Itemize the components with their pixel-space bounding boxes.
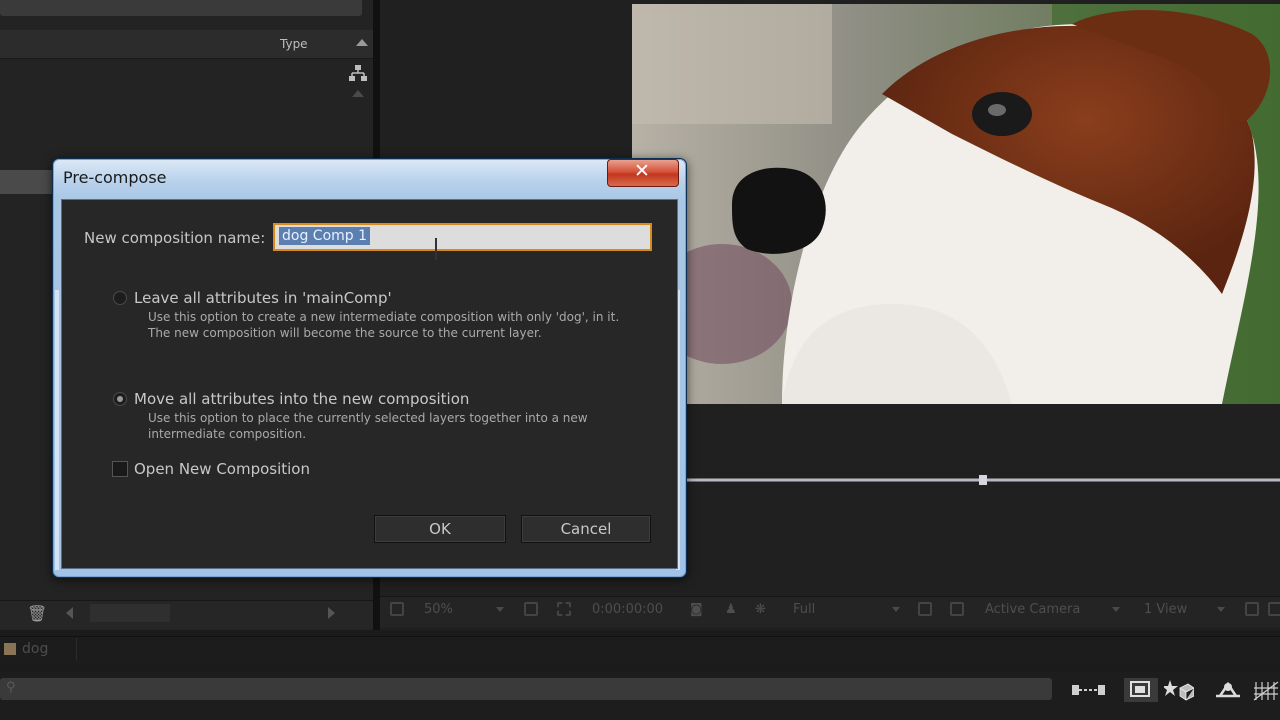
trash-icon[interactable]: 🗑 [27, 604, 47, 623]
project-column-header: Type [0, 30, 373, 59]
scroll-up-arrow-icon[interactable] [352, 90, 364, 97]
composition-name-label: New composition name: [84, 229, 266, 247]
resolution-dropdown[interactable]: Full [793, 602, 815, 617]
channel-icon[interactable]: ❋ [755, 602, 766, 617]
leave-attributes-radio[interactable] [113, 291, 127, 305]
dialog-frame-edge [55, 290, 59, 570]
time-navigator-bar[interactable] [686, 470, 1280, 490]
toggle-pixel-aspect-icon[interactable] [1245, 602, 1259, 616]
project-search-field[interactable] [0, 0, 362, 16]
region-icon[interactable] [390, 602, 404, 616]
horizontal-scrollbar-thumb[interactable] [90, 604, 170, 622]
fit-icon[interactable] [524, 602, 538, 616]
move-attributes-description: Use this option to place the currently s… [148, 410, 628, 442]
scroll-left-arrow-icon[interactable] [66, 607, 73, 619]
description-line: Use this option to create a new intermed… [148, 310, 620, 324]
flowchart-icon[interactable] [348, 64, 368, 82]
composition-flowchart-icon[interactable] [1070, 678, 1108, 702]
cancel-button[interactable]: Cancel [521, 515, 651, 543]
text-cursor-icon [435, 238, 437, 260]
search-icon[interactable]: ⚲ [6, 680, 16, 695]
project-footer [0, 600, 373, 629]
close-icon[interactable]: ✕ [634, 160, 650, 182]
safe-margins-icon[interactable] [557, 602, 571, 616]
open-new-composition-label[interactable]: Open New Composition [134, 460, 310, 478]
chevron-down-icon[interactable] [496, 607, 504, 612]
dog-footage-image [632, 4, 1280, 404]
timeline-tab-dog[interactable]: dog [22, 641, 48, 657]
camera-snapshot-icon[interactable]: ◙ [690, 602, 703, 617]
chevron-down-icon[interactable] [892, 607, 900, 612]
region-of-interest-icon[interactable] [918, 602, 932, 616]
chevron-down-icon[interactable] [1217, 607, 1225, 612]
timeline-tab-row [0, 636, 1280, 665]
transparency-grid-icon[interactable] [950, 602, 964, 616]
open-new-composition-checkbox[interactable] [112, 461, 128, 477]
zoom-dropdown[interactable]: 50% [424, 602, 453, 617]
description-line: The new composition will become the sour… [148, 326, 542, 340]
tab-divider [76, 638, 77, 660]
3d-lights-icon[interactable] [1164, 678, 1194, 702]
dialog-content [61, 199, 678, 569]
description-line: Use this option to place the currently s… [148, 411, 588, 425]
timeline-search-field[interactable] [0, 678, 1052, 700]
selected-project-row[interactable] [0, 170, 60, 194]
type-column-label[interactable]: Type [280, 37, 308, 51]
composition-name-value[interactable]: dog Comp 1 [279, 227, 371, 245]
fast-previews-icon[interactable] [1268, 602, 1280, 616]
view-layout-dropdown[interactable]: 1 View [1144, 602, 1187, 617]
draft-3d-icon[interactable] [1124, 678, 1158, 702]
ok-button[interactable]: OK [374, 515, 506, 543]
leave-attributes-description: Use this option to create a new intermed… [148, 309, 628, 341]
move-attributes-label[interactable]: Move all attributes into the new composi… [134, 390, 469, 408]
chevron-down-icon[interactable] [1112, 607, 1120, 612]
timecode-display[interactable]: 0:00:00:00 [592, 602, 663, 617]
composition-color-swatch [4, 643, 16, 655]
leave-attributes-label[interactable]: Leave all attributes in 'mainComp' [134, 289, 392, 307]
show-snapshot-icon[interactable]: ♟ [725, 602, 737, 617]
move-attributes-radio[interactable] [113, 392, 127, 406]
motion-blur-icon[interactable] [1214, 678, 1242, 702]
sort-arrow-icon[interactable] [356, 39, 368, 46]
camera-dropdown[interactable]: Active Camera [985, 602, 1080, 617]
scroll-right-arrow-icon[interactable] [328, 607, 335, 619]
description-line: intermediate composition. [148, 427, 307, 441]
graph-editor-icon[interactable] [1252, 678, 1280, 702]
dialog-title: Pre-compose [63, 168, 167, 187]
